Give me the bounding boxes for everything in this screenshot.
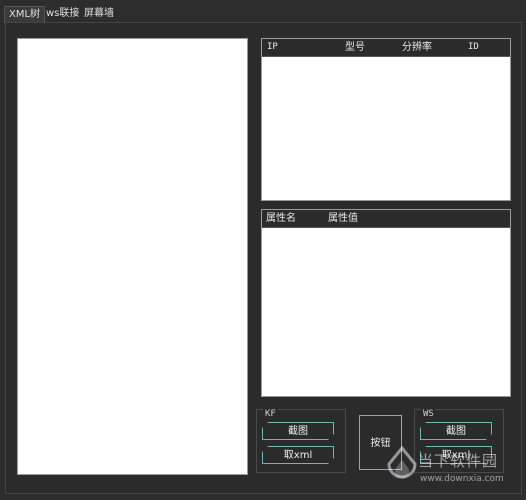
tab-xml-tree[interactable]: XML树 [4, 6, 46, 23]
ws-screenshot-label: 截图 [446, 426, 466, 437]
device-table-header: IP 型号 分辨率 ID [262, 39, 510, 57]
device-table[interactable]: IP 型号 分辨率 ID [261, 38, 511, 201]
kf-screenshot-label: 截图 [288, 426, 308, 437]
property-table[interactable]: 属性名 属性值 [261, 209, 511, 397]
tab-bar: XML树 ws联接 屏幕墙 [0, 0, 526, 23]
center-button[interactable]: 按钮 [359, 415, 402, 470]
tab-ws-connect[interactable]: ws联接 [46, 7, 79, 21]
column-header-attr-name[interactable]: 属性名 [266, 211, 296, 226]
tab-screen-wall[interactable]: 屏幕墙 [84, 7, 114, 21]
kf-group-title: KF [263, 409, 278, 419]
center-button-label: 按钮 [370, 438, 391, 449]
ws-getxml-label: 取xml [441, 450, 471, 461]
column-header-attr-value[interactable]: 属性值 [328, 211, 358, 226]
ws-screenshot-button[interactable]: 截图 [420, 422, 492, 440]
xml-tree-view[interactable] [17, 38, 248, 475]
kf-getxml-label: 取xml [283, 450, 313, 461]
column-header-model[interactable]: 型号 [345, 40, 365, 55]
ws-group-title: WS [421, 409, 436, 419]
column-header-resolution[interactable]: 分辨率 [402, 40, 432, 55]
property-table-header: 属性名 属性值 [262, 210, 510, 228]
kf-getxml-button[interactable]: 取xml [262, 446, 334, 464]
column-header-id[interactable]: ID [468, 40, 479, 55]
ws-getxml-button[interactable]: 取xml [420, 446, 492, 464]
kf-screenshot-button[interactable]: 截图 [262, 422, 334, 440]
column-header-ip[interactable]: IP [267, 40, 278, 55]
